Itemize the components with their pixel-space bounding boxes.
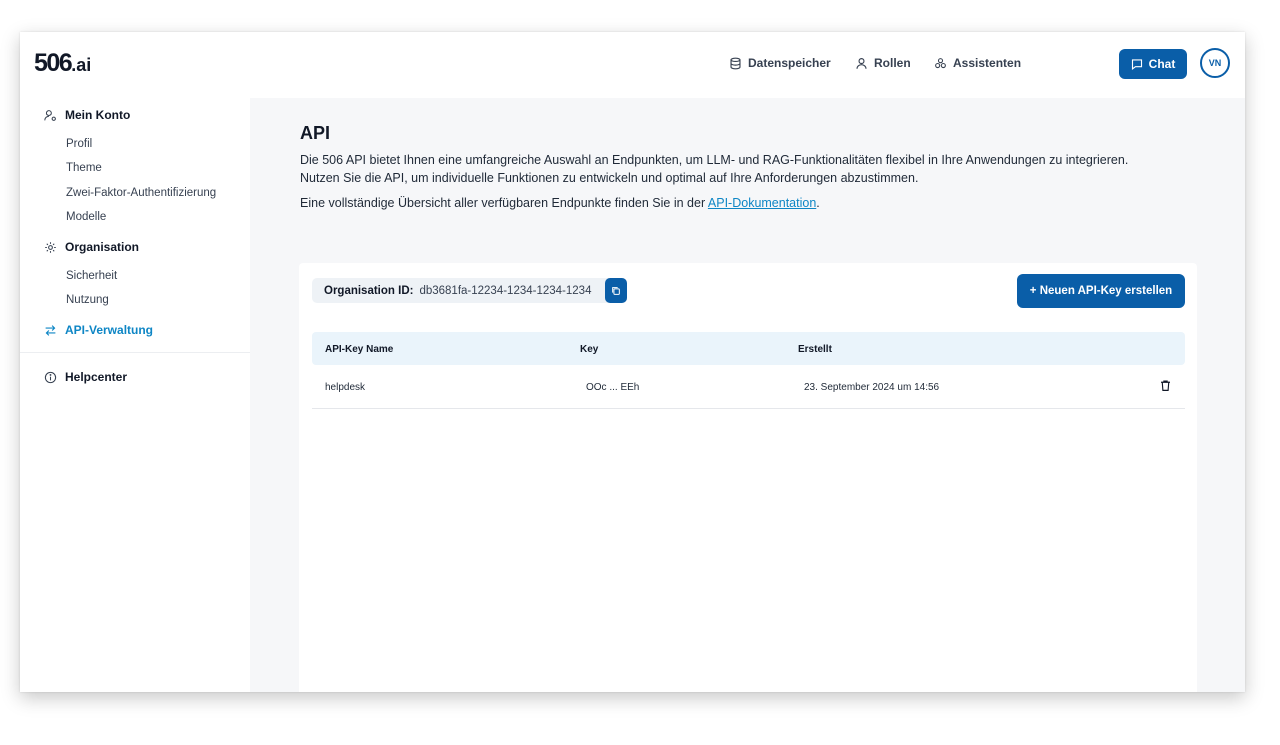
api-keys-table: API-Key Name Key Erstellt helpdesk OOc .… xyxy=(312,332,1185,409)
chat-button-label: Chat xyxy=(1148,57,1176,71)
sidebar-item-sicherheit[interactable]: Sicherheit xyxy=(66,270,117,282)
sidebar-section-label: Mein Konto xyxy=(65,108,131,122)
api-docs-link[interactable]: API-Dokumentation xyxy=(708,196,816,210)
sidebar-section-label: API-Verwaltung xyxy=(65,323,154,337)
cell-key-name: helpdesk xyxy=(325,382,366,393)
page-title: API xyxy=(300,123,331,143)
copy-button[interactable] xyxy=(605,278,628,303)
copy-icon xyxy=(612,286,621,295)
user-icon xyxy=(856,57,867,69)
avatar[interactable]: VN xyxy=(1200,48,1230,78)
organisation-id-value: db3681fa-12234-1234-1234-1234 xyxy=(419,284,592,297)
nav-rollen[interactable]: Rollen xyxy=(855,56,911,70)
column-header-name[interactable]: API-Key Name xyxy=(325,344,393,355)
top-header: 506.ai Datenspeicher Rollen Assistenten … xyxy=(20,32,1245,98)
api-keys-card: Organisation ID: db3681fa-12234-1234-123… xyxy=(299,263,1197,692)
app-window: 506.ai Datenspeicher Rollen Assistenten … xyxy=(20,32,1245,692)
description-line-1: Die 506 API bietet Ihnen eine umfangreic… xyxy=(300,153,1129,167)
column-header-key[interactable]: Key xyxy=(580,344,598,355)
assistants-icon xyxy=(935,57,946,68)
sidebar-item-helpcenter[interactable]: Helpcenter xyxy=(44,370,127,384)
chat-button[interactable]: Chat xyxy=(1119,49,1187,79)
cell-created: 23. September 2024 um 14:56 xyxy=(804,382,940,393)
chat-icon xyxy=(1131,59,1142,70)
column-header-created[interactable]: Erstellt xyxy=(798,344,832,355)
nav-assistenten[interactable]: Assistenten xyxy=(934,56,1021,70)
description-line-3: Eine vollständige Übersicht aller verfüg… xyxy=(300,196,820,210)
nav-label: Datenspeicher xyxy=(748,56,831,70)
organisation-id-label: Organisation ID: xyxy=(324,284,414,297)
sidebar-item-zwei-faktor[interactable]: Zwei-Faktor-Authentifizierung xyxy=(66,187,216,199)
nav-datenspeicher[interactable]: Datenspeicher xyxy=(729,56,831,70)
sidebar-item-nutzung[interactable]: Nutzung xyxy=(66,294,109,306)
trash-icon[interactable] xyxy=(1159,379,1172,392)
sidebar-item-modelle[interactable]: Modelle xyxy=(66,211,106,223)
sidebar: Mein Konto Profil Theme Zwei-Faktor-Auth… xyxy=(20,98,250,692)
logo[interactable]: 506.ai xyxy=(34,49,91,78)
description-line-2: Nutzen Sie die API, um individuelle Funk… xyxy=(300,171,919,185)
user-settings-icon xyxy=(44,109,56,121)
nav-label: Assistenten xyxy=(953,56,1022,70)
sidebar-item-api-verwaltung[interactable]: API-Verwaltung xyxy=(44,323,153,337)
nav-label: Rollen xyxy=(874,56,911,70)
description-prefix: Eine vollständige Übersicht aller verfüg… xyxy=(300,196,708,210)
gear-icon xyxy=(45,241,56,253)
sidebar-divider xyxy=(20,352,250,353)
description-suffix: . xyxy=(816,196,820,210)
sidebar-section-organisation[interactable]: Organisation xyxy=(44,240,139,254)
swap-arrows-icon xyxy=(45,324,56,336)
main-content: API Die 506 API bietet Ihnen eine umfang… xyxy=(250,98,1245,692)
cell-key-value: OOc ... EEh xyxy=(586,382,640,393)
sidebar-section-mein-konto[interactable]: Mein Konto xyxy=(44,108,130,122)
sidebar-section-label: Helpcenter xyxy=(65,370,128,384)
create-api-key-button[interactable]: + Neuen API-Key erstellen xyxy=(1017,274,1185,308)
logo-main: 506 xyxy=(34,49,73,77)
logo-suffix: .ai xyxy=(71,55,92,75)
table-row: helpdesk OOc ... EEh 23. September 2024 … xyxy=(312,365,1185,409)
sidebar-item-theme[interactable]: Theme xyxy=(66,162,102,174)
info-icon xyxy=(44,371,57,383)
sidebar-item-profil[interactable]: Profil xyxy=(66,138,92,150)
database-icon xyxy=(730,57,741,69)
table-header: API-Key Name Key Erstellt xyxy=(312,332,1185,365)
sidebar-section-label: Organisation xyxy=(65,240,140,254)
organisation-id: Organisation ID: db3681fa-12234-1234-123… xyxy=(312,278,628,303)
